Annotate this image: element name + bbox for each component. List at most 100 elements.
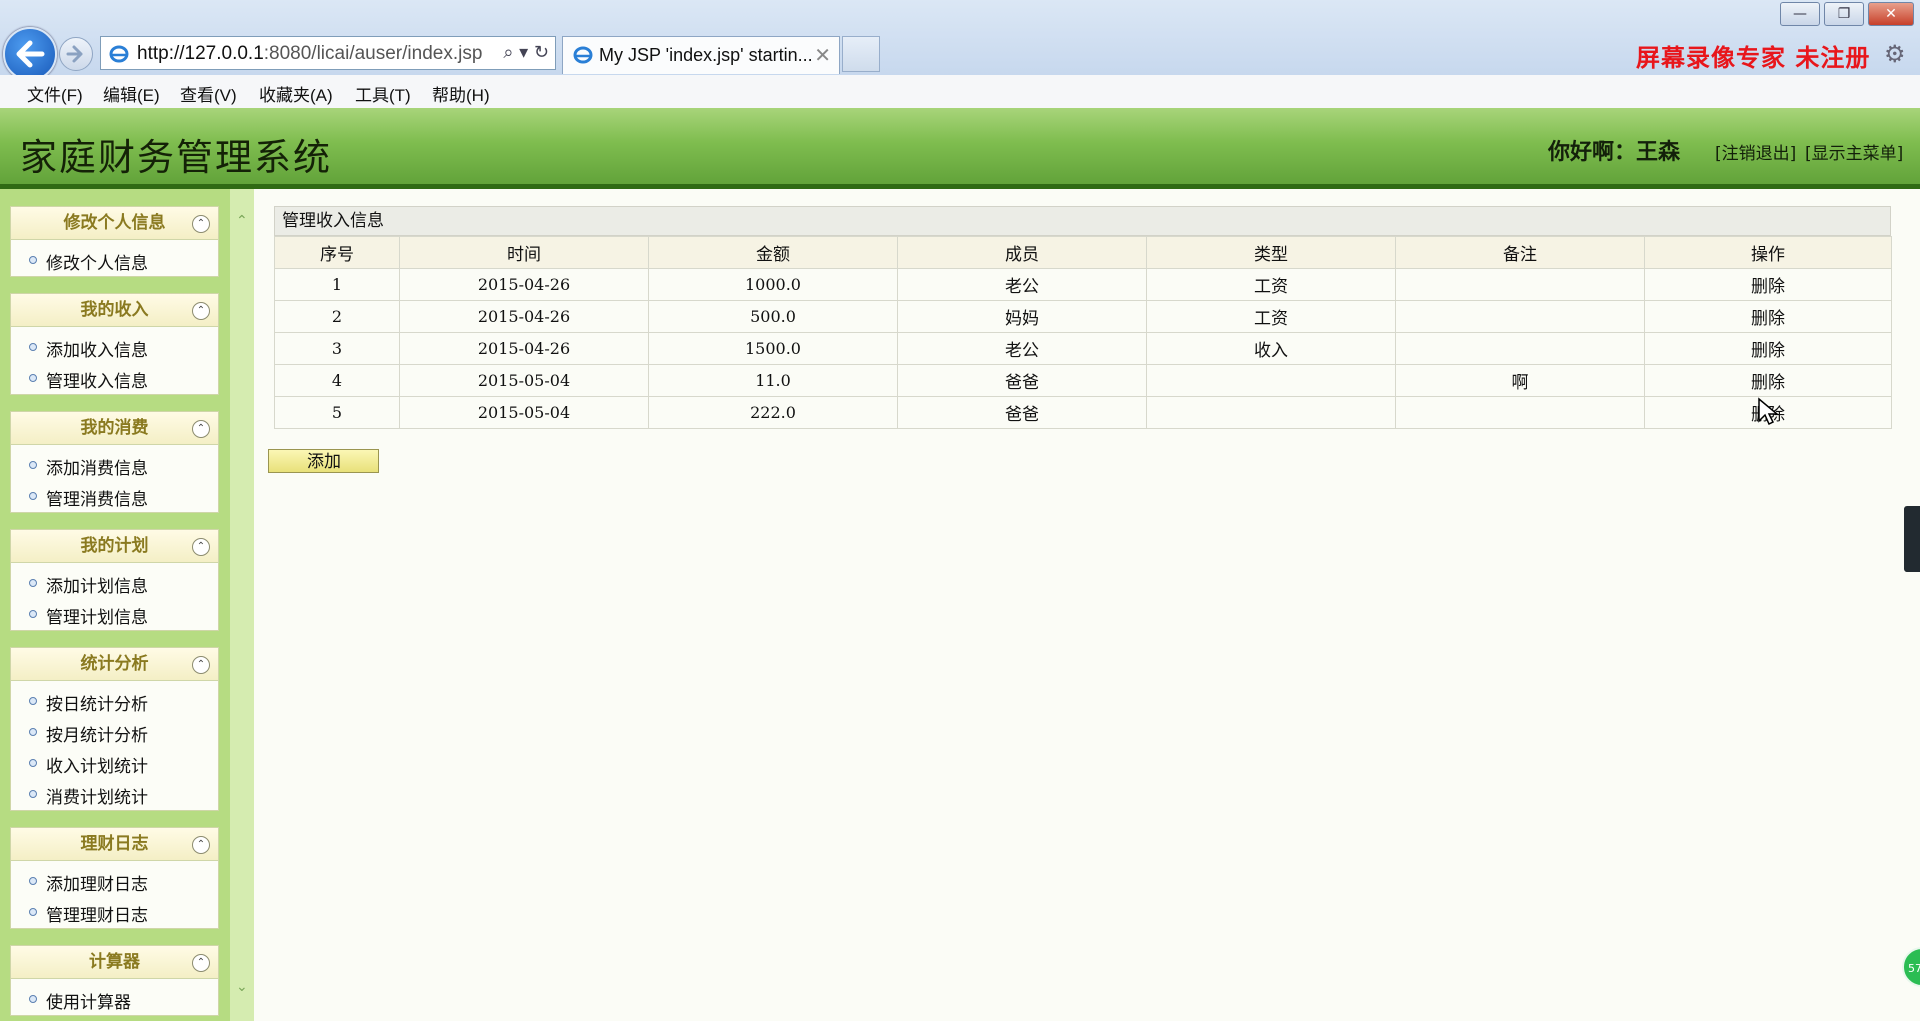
close-window-button[interactable]: ✕: [1868, 2, 1914, 26]
cell-time: 2015-05-04: [399, 364, 649, 397]
menu-favorites[interactable]: 收藏夹(A): [259, 81, 333, 106]
sidebar-item-edit-profile[interactable]: 修改个人信息: [11, 245, 218, 276]
logout-link[interactable]: [注销退出]: [1715, 139, 1796, 164]
income-panel: 管理收入信息 序号 时间 金额 成员 类型 备注 操作 1 2015-04-26…: [274, 206, 1892, 429]
col-header-amount: 金额: [648, 236, 898, 269]
sidebar-item-monthly-stats[interactable]: 按月统计分析: [11, 717, 218, 748]
menu-edit[interactable]: 编辑(E): [103, 81, 160, 106]
table-row: 4 2015-05-04 11.0 爸爸 啊 删除: [274, 364, 1892, 397]
cell-note: [1395, 300, 1645, 333]
bullet-icon: [29, 995, 37, 1003]
new-tab-button[interactable]: [842, 36, 880, 72]
group-header[interactable]: 我的计划 ⌃: [10, 529, 219, 563]
bullet-icon: [29, 374, 37, 382]
add-income-button[interactable]: 添加: [268, 449, 379, 473]
menu-tools[interactable]: 工具(T): [355, 81, 411, 106]
collapse-icon[interactable]: ⌃: [192, 302, 210, 320]
sidebar-item-manage-journal[interactable]: 管理理财日志: [11, 897, 218, 928]
bullet-icon: [29, 492, 37, 500]
table-header-row: 序号 时间 金额 成员 类型 备注 操作: [274, 236, 1892, 269]
collapse-icon[interactable]: ⌃: [192, 215, 210, 233]
group-header[interactable]: 我的消费 ⌃: [10, 411, 219, 445]
delete-link[interactable]: 删除: [1644, 364, 1892, 397]
cell-amount: 11.0: [648, 364, 898, 397]
sidebar-group-journal: 理财日志 ⌃ 添加理财日志 管理理财日志: [10, 827, 219, 929]
side-panel-handle[interactable]: [1904, 506, 1920, 572]
sidebar-item-add-plan[interactable]: 添加计划信息: [11, 568, 218, 599]
cell-note: [1395, 396, 1645, 429]
sidebar-item-add-income[interactable]: 添加收入信息: [11, 332, 218, 363]
cell-member: 老公: [897, 268, 1147, 301]
collapse-icon[interactable]: ⌃: [192, 420, 210, 438]
col-header-note: 备注: [1395, 236, 1645, 269]
restore-button[interactable]: ❐: [1824, 2, 1864, 26]
sidebar-scroll-strip[interactable]: ⌃ ⌄: [230, 189, 254, 1021]
menu-view[interactable]: 查看(V): [180, 81, 237, 106]
bullet-icon: [29, 461, 37, 469]
sidebar-item-add-journal[interactable]: 添加理财日志: [11, 866, 218, 897]
group-header[interactable]: 我的收入 ⌃: [10, 293, 219, 327]
cell-id: 1: [274, 268, 400, 301]
collapse-icon[interactable]: ⌃: [192, 836, 210, 854]
ie-page-icon: [109, 45, 129, 63]
bullet-icon: [29, 256, 37, 264]
back-button[interactable]: [3, 27, 57, 81]
sidebar-item-daily-stats[interactable]: 按日统计分析: [11, 686, 218, 717]
cell-note: [1395, 268, 1645, 301]
col-header-type: 类型: [1146, 236, 1396, 269]
ie-tab-icon: [573, 46, 593, 64]
tab-close-icon[interactable]: ✕: [814, 43, 831, 67]
sidebar-group-expense: 我的消费 ⌃ 添加消费信息 管理消费信息: [10, 411, 219, 513]
menu-file[interactable]: 文件(F): [27, 81, 83, 106]
col-header-member: 成员: [897, 236, 1147, 269]
sidebar-item-add-expense[interactable]: 添加消费信息: [11, 450, 218, 481]
show-main-menu-link[interactable]: [显示主菜单]: [1805, 139, 1903, 164]
col-header-id: 序号: [274, 236, 400, 269]
table-row: 5 2015-05-04 222.0 爸爸 删除: [274, 396, 1892, 429]
cell-type: [1146, 396, 1396, 429]
col-header-action: 操作: [1644, 236, 1892, 269]
sidebar-item-manage-income[interactable]: 管理收入信息: [11, 363, 218, 394]
sidebar-group-stats: 统计分析 ⌃ 按日统计分析 按月统计分析 收入计划统计 消费计划统计: [10, 647, 219, 811]
panel-title: 管理收入信息: [274, 206, 1891, 236]
forward-arrow-icon: [66, 45, 83, 63]
bullet-icon: [29, 610, 37, 618]
menu-help[interactable]: 帮助(H): [432, 81, 490, 106]
cell-type: 工资: [1146, 300, 1396, 333]
cell-type: 收入: [1146, 332, 1396, 365]
sidebar-group-income: 我的收入 ⌃ 添加收入信息 管理收入信息: [10, 293, 219, 395]
scroll-up-icon[interactable]: ⌃: [236, 213, 248, 229]
collapse-icon[interactable]: ⌃: [192, 954, 210, 972]
cell-time: 2015-04-26: [399, 332, 649, 365]
sidebar-item-manage-expense[interactable]: 管理消费信息: [11, 481, 218, 512]
table-row: 3 2015-04-26 1500.0 老公 收入 删除: [274, 332, 1892, 365]
address-tools-icon[interactable]: ⌕ ▾ ↻: [503, 42, 549, 63]
sidebar-item-income-plan-stats[interactable]: 收入计划统计: [11, 748, 218, 779]
app-header: 家庭财务管理系统 你好啊：王森 [注销退出] [显示主菜单]: [0, 108, 1920, 189]
cell-time: 2015-04-26: [399, 300, 649, 333]
delete-link[interactable]: 删除: [1644, 268, 1892, 301]
address-bar[interactable]: http://127.0.0.1:8080/licai/auser/index.…: [100, 36, 556, 70]
group-header[interactable]: 计算器 ⌃: [10, 945, 219, 979]
group-header[interactable]: 统计分析 ⌃: [10, 647, 219, 681]
sidebar-item-manage-plan[interactable]: 管理计划信息: [11, 599, 218, 630]
delete-link[interactable]: 删除: [1644, 300, 1892, 333]
collapse-icon[interactable]: ⌃: [192, 656, 210, 674]
url-text[interactable]: http://127.0.0.1:8080/licai/auser/index.…: [137, 43, 482, 65]
cell-time: 2015-04-26: [399, 268, 649, 301]
cell-amount: 1000.0: [648, 268, 898, 301]
tab-index-jsp[interactable]: My JSP 'index.jsp' startin... ✕: [562, 36, 840, 74]
bullet-icon: [29, 697, 37, 705]
forward-button[interactable]: [59, 37, 93, 71]
cell-id: 2: [274, 300, 400, 333]
bullet-icon: [29, 579, 37, 587]
sidebar-item-use-calculator[interactable]: 使用计算器: [11, 984, 218, 1015]
group-header[interactable]: 修改个人信息 ⌃: [10, 206, 219, 240]
scroll-down-icon[interactable]: ⌄: [236, 979, 248, 995]
minimize-button[interactable]: —: [1780, 2, 1820, 26]
delete-link[interactable]: 删除: [1644, 332, 1892, 365]
sidebar-item-expense-plan-stats[interactable]: 消费计划统计: [11, 779, 218, 810]
gear-icon[interactable]: ⚙: [1884, 40, 1906, 68]
group-header[interactable]: 理财日志 ⌃: [10, 827, 219, 861]
collapse-icon[interactable]: ⌃: [192, 538, 210, 556]
